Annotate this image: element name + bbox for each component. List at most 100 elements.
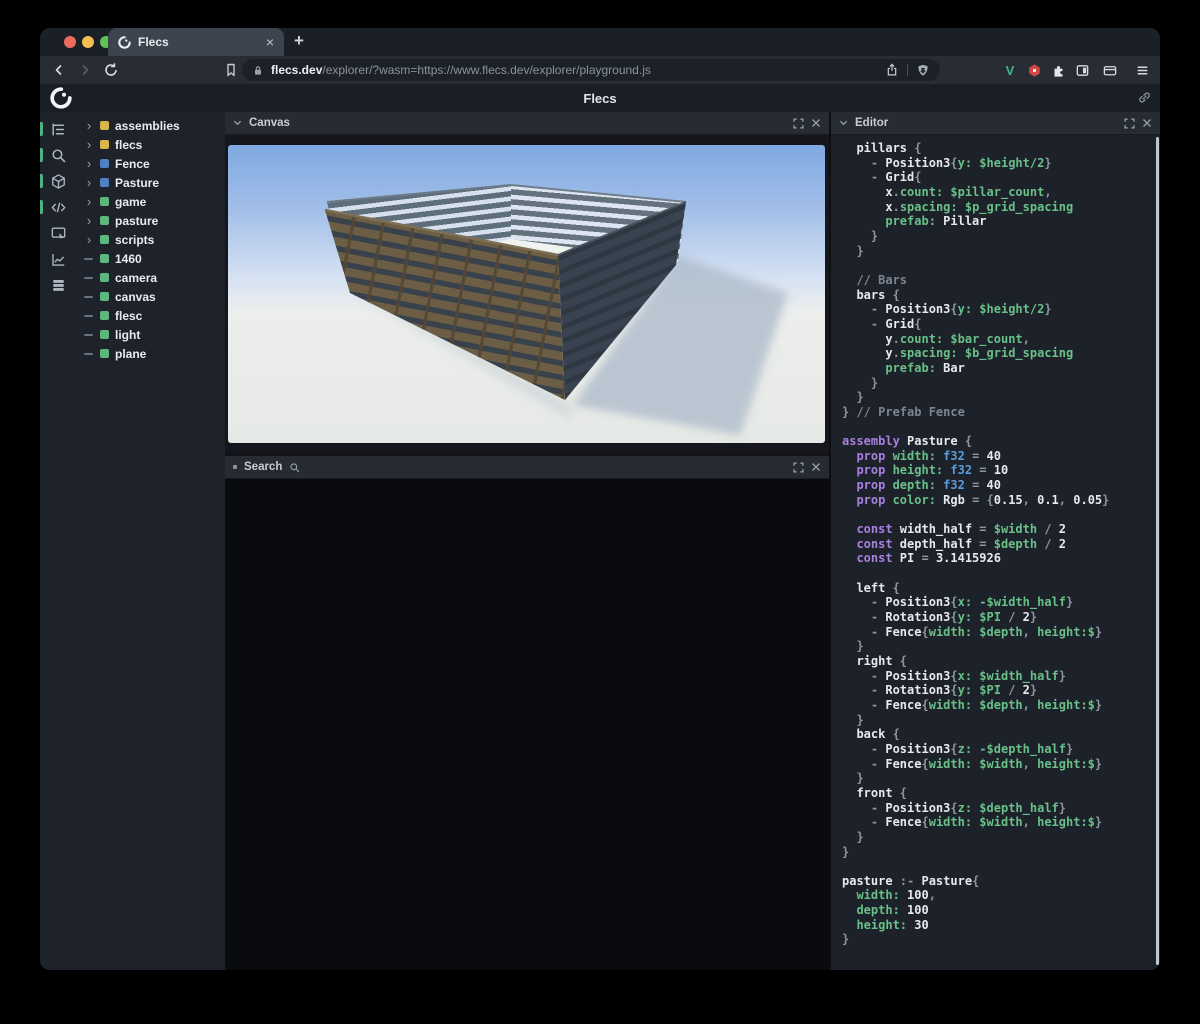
code-line: pasture :- Pasture{ — [842, 874, 1109, 889]
tree-item-label: canvas — [115, 290, 156, 304]
code-line: pillars { — [842, 141, 1109, 156]
share-link-icon[interactable] — [1137, 90, 1152, 105]
entity-tree-panel-button[interactable] — [40, 116, 76, 142]
tree-item-label: light — [115, 328, 140, 342]
code-line — [842, 258, 1109, 273]
expand-chevron-icon[interactable]: › — [84, 235, 94, 245]
tree-item-Fence[interactable]: ›Fence — [76, 154, 225, 173]
forward-icon[interactable] — [74, 59, 96, 81]
script-panel-button[interactable] — [40, 194, 76, 220]
expand-chevron-icon[interactable]: › — [84, 178, 94, 188]
code-line: } // Prefab Fence — [842, 405, 1109, 420]
entity-color-square — [100, 235, 109, 244]
red-extension-icon[interactable] — [1023, 59, 1045, 81]
browser-tab[interactable]: Flecs × — [108, 28, 284, 56]
inspector-panel-button[interactable] — [40, 168, 76, 194]
code-editor[interactable]: pillars { - Position3{y: $height/2} - Gr… — [842, 141, 1109, 947]
code-line: } — [842, 771, 1109, 786]
tool-rail — [40, 112, 76, 970]
back-icon[interactable] — [48, 59, 70, 81]
share-icon[interactable] — [885, 63, 899, 77]
code-line: x.count: $pillar_count, — [842, 185, 1109, 200]
canvas-panel-body — [225, 135, 829, 451]
close-icon[interactable] — [1142, 118, 1152, 128]
code-line: prop width: f32 = 40 — [842, 449, 1109, 464]
chevron-down-icon[interactable] — [839, 119, 848, 127]
tree-item-plane[interactable]: plane — [76, 344, 225, 363]
expand-chevron-icon[interactable]: › — [84, 197, 94, 207]
code-line: prefab: Pillar — [842, 214, 1109, 229]
collapsed-indicator-icon[interactable] — [233, 465, 237, 469]
code-line: - Fence{width: $depth, height:$} — [842, 625, 1109, 640]
editor-scrollbar[interactable] — [1156, 137, 1159, 965]
code-line: y.spacing: $b_grid_spacing — [842, 346, 1109, 361]
editor-panel-title: Editor — [855, 117, 888, 129]
traffic-close-button[interactable] — [64, 36, 76, 48]
screen-panels-button[interactable] — [40, 220, 76, 246]
tree-item-Pasture[interactable]: ›Pasture — [76, 173, 225, 192]
expand-chevron-icon[interactable]: › — [84, 121, 94, 131]
brave-shield-icon[interactable] — [916, 63, 930, 78]
expand-chevron-icon[interactable]: › — [84, 216, 94, 226]
code-line: y.count: $bar_count, — [842, 332, 1109, 347]
tree-item-pasture[interactable]: › pasture — [76, 211, 225, 230]
editor-panel: Editor pillars { - Position3{y: $height/… — [831, 112, 1160, 970]
code-line: prop height: f32 = 10 — [842, 463, 1109, 478]
code-line: - Position3{x: -$width_half} — [842, 595, 1109, 610]
fullscreen-icon[interactable] — [793, 462, 804, 473]
tree-item-light[interactable]: light — [76, 325, 225, 344]
code-line: - Fence{width: $depth, height:$} — [842, 698, 1109, 713]
tree-item-label: flecs — [115, 138, 142, 152]
tree-item-scripts[interactable]: › scripts — [76, 230, 225, 249]
code-line: height: 30 — [842, 918, 1109, 933]
tables-panel-button[interactable] — [40, 272, 76, 298]
code-line: } — [842, 845, 1109, 860]
wallet-icon[interactable] — [1099, 59, 1121, 81]
traffic-minimize-button[interactable] — [82, 36, 94, 48]
entity-color-square — [100, 330, 109, 339]
lock-icon — [252, 64, 264, 77]
close-icon[interactable] — [811, 118, 821, 128]
reload-icon[interactable] — [100, 59, 122, 81]
canvas-3d-render[interactable] — [228, 145, 825, 443]
extensions-puzzle-icon[interactable] — [1047, 59, 1069, 81]
tree-item-flecs[interactable]: › flecs — [76, 135, 225, 154]
canvas-panel-title: Canvas — [249, 117, 290, 129]
browser-window: Flecs × + flecs.dev /explorer/?wasm=http… — [40, 28, 1160, 970]
new-tab-button[interactable]: + — [294, 31, 304, 51]
code-line: - Position3{z: $depth_half} — [842, 801, 1109, 816]
code-line: } — [842, 830, 1109, 845]
entity-color-square — [100, 140, 109, 149]
search-panel-button[interactable] — [40, 142, 76, 168]
url-bar[interactable]: flecs.dev /explorer/?wasm=https://www.fl… — [242, 59, 940, 81]
fullscreen-icon[interactable] — [1124, 118, 1135, 129]
menu-icon[interactable] — [1131, 59, 1153, 81]
tab-close-icon[interactable]: × — [266, 35, 274, 49]
tree-item-1460[interactable]: 1460 — [76, 249, 225, 268]
tree-item-game[interactable]: ›game — [76, 192, 225, 211]
chevron-down-icon[interactable] — [233, 119, 242, 127]
stats-panel-button[interactable] — [40, 246, 76, 272]
tree-item-canvas[interactable]: canvas — [76, 287, 225, 306]
expand-chevron-icon[interactable]: › — [84, 140, 94, 150]
leaf-dash-icon — [84, 296, 93, 298]
fullscreen-icon[interactable] — [793, 118, 804, 129]
bookmark-icon[interactable] — [220, 59, 242, 81]
tree-item-camera[interactable]: camera — [76, 268, 225, 287]
entity-color-square — [100, 197, 109, 206]
vue-devtools-extension-icon[interactable]: V — [999, 59, 1021, 81]
code-line: - Fence{width: $width, height:$} — [842, 757, 1109, 772]
code-line: const depth_half = $depth / 2 — [842, 537, 1109, 552]
close-icon[interactable] — [811, 462, 821, 472]
tree-item-flesc[interactable]: flesc — [76, 306, 225, 325]
sidebar-panel-icon[interactable] — [1071, 59, 1093, 81]
tab-strip: Flecs × + — [40, 28, 1160, 56]
expand-chevron-icon[interactable]: › — [84, 159, 94, 169]
chart-icon — [50, 251, 67, 268]
tree-item-assemblies[interactable]: ›assemblies — [76, 116, 225, 135]
tree-item-label: scripts — [115, 233, 154, 247]
tree-item-label: pasture — [115, 214, 158, 228]
leaf-dash-icon — [84, 353, 93, 355]
entity-color-square — [100, 292, 109, 301]
search-panel-body[interactable] — [225, 479, 829, 970]
